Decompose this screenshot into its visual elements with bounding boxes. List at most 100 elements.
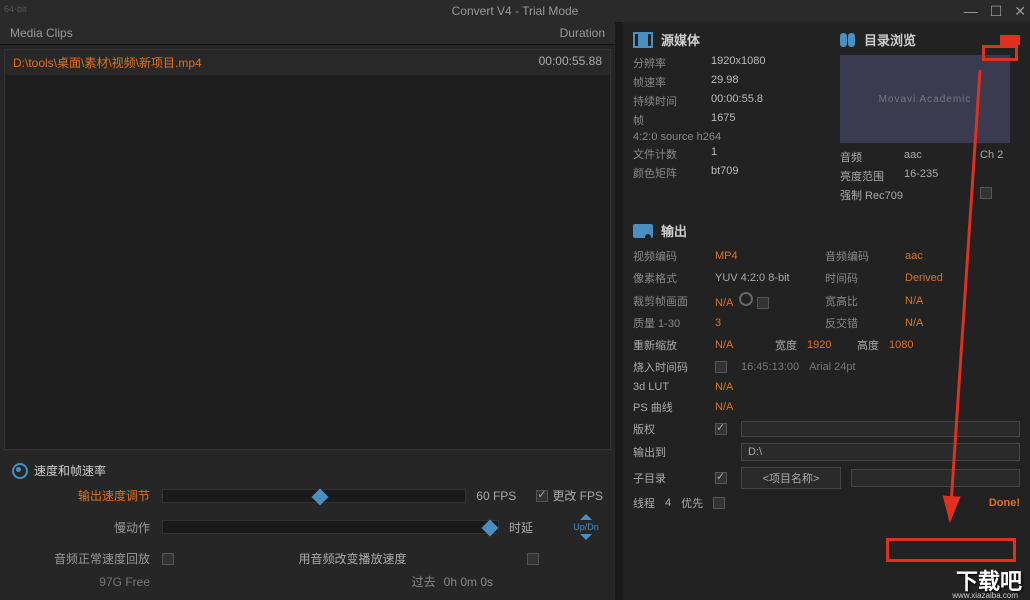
outdir-label: 输出到: [633, 444, 705, 460]
width-label: 宽度: [775, 337, 797, 353]
output-speed-label: 输出速度调节: [12, 487, 162, 504]
audio-value: aac: [904, 149, 976, 165]
change-fps-checkbox[interactable]: [536, 490, 548, 502]
past-label: 过去: [412, 573, 436, 590]
sampling-value: 4:2:0 source h264: [633, 131, 721, 143]
height-value[interactable]: 1080: [889, 339, 913, 351]
past-value: 0h 0m 0s: [444, 575, 493, 589]
copyright-label: 版权: [633, 421, 705, 437]
source-title: 源媒体: [661, 30, 700, 49]
divider[interactable]: [615, 22, 623, 600]
burnin-time[interactable]: 16:45:13:00: [741, 361, 799, 373]
clips-header-name: Media Clips: [10, 26, 515, 40]
minimize-button[interactable]: —: [964, 3, 978, 19]
close-button[interactable]: ✕: [1014, 3, 1026, 20]
playback-label: 音频正常速度回放: [12, 550, 162, 567]
source-icon: [633, 32, 653, 48]
output-title: 输出: [661, 221, 687, 240]
interlace-value[interactable]: N/A: [905, 317, 995, 329]
audio-label: 音频: [840, 149, 900, 165]
crop-checkbox[interactable]: [757, 297, 769, 309]
lut-label: 3d LUT: [633, 381, 705, 393]
titlebar: 64-bit Convert V4 - Trial Mode — ☐ ✕: [0, 0, 1030, 22]
rescale-value[interactable]: N/A: [715, 339, 765, 351]
storage-label: 97G Free: [12, 575, 162, 589]
window-title: Convert V4 - Trial Mode: [452, 4, 579, 18]
convert-button[interactable]: [851, 469, 1020, 487]
crop-radio[interactable]: [739, 292, 753, 306]
files-value: 1: [711, 146, 830, 162]
outdir-field[interactable]: D:\: [741, 443, 1020, 461]
speed-title: 速度和帧速率: [34, 462, 106, 479]
frames-value: 1675: [711, 112, 830, 128]
done-status: Done!: [989, 497, 1020, 509]
quality-value[interactable]: 3: [715, 317, 815, 329]
pixfmt-label: 像素格式: [633, 270, 705, 286]
burnin-label: 烧入时间码: [633, 359, 705, 375]
audio-speed-checkbox[interactable]: [527, 553, 539, 565]
left-panel: Media Clips Duration D:\tools\桌面\素材\视频\新…: [0, 22, 615, 600]
thumbnail[interactable]: Movavi Academic: [840, 55, 1010, 143]
tc-label: 时间码: [825, 270, 895, 286]
duration-label: 持续时间: [633, 93, 703, 109]
playback-checkbox[interactable]: [162, 553, 174, 565]
height-label: 高度: [857, 337, 879, 353]
aspect-value[interactable]: N/A: [905, 295, 995, 307]
browse-title: 目录浏览: [864, 30, 916, 49]
matrix-label: 颜色矩阵: [633, 165, 703, 181]
resolution-value: 1920x1080: [711, 55, 830, 71]
lut-value[interactable]: N/A: [715, 381, 733, 393]
maximize-button[interactable]: ☐: [990, 3, 1003, 20]
down-arrow[interactable]: [580, 534, 592, 540]
priority-label: 优先: [681, 495, 703, 511]
delay-label: 时延: [509, 519, 569, 536]
fps-value: 60 FPS: [476, 489, 516, 503]
subdir-field[interactable]: <项目名称>: [741, 467, 841, 489]
crop-value[interactable]: N/A: [715, 297, 733, 309]
curve-label: PS 曲线: [633, 399, 705, 415]
burnin-font[interactable]: Arial 24pt: [809, 361, 855, 373]
up-arrow[interactable]: [580, 514, 592, 520]
subdir-label: 子目录: [633, 470, 705, 486]
acodec-value[interactable]: aac: [905, 250, 995, 262]
acodec-label: 音频编码: [825, 248, 895, 264]
output-speed-slider[interactable]: [162, 489, 466, 503]
slomo-label: 慢动作: [12, 519, 162, 536]
updn-control: Up/Dn: [569, 510, 603, 544]
matrix-value: bt709: [711, 165, 830, 181]
clips-header: Media Clips Duration: [0, 22, 615, 45]
clip-row[interactable]: D:\tools\桌面\素材\视频\新项目.mp4 00:00:55.88: [5, 50, 610, 75]
burnin-checkbox[interactable]: [715, 361, 727, 373]
clip-duration: 00:00:55.88: [512, 54, 602, 71]
pixfmt-value: YUV 4:2:0 8-bit: [715, 272, 815, 284]
force-checkbox[interactable]: [980, 187, 992, 199]
copyright-field[interactable]: [741, 421, 1020, 437]
window-controls: — ☐ ✕: [964, 3, 1026, 20]
width-value[interactable]: 1920: [807, 339, 847, 351]
range-label: 亮度范围: [840, 168, 900, 184]
copyright-checkbox[interactable]: [715, 423, 727, 435]
interlace-label: 反交错: [825, 315, 895, 331]
slomo-slider[interactable]: [162, 520, 499, 534]
priority-checkbox[interactable]: [713, 497, 725, 509]
bit-badge: 64-bit: [4, 4, 27, 14]
curve-value[interactable]: N/A: [715, 401, 733, 413]
audio-speed-label: 用音频改变播放速度: [178, 550, 527, 567]
output-section: 输出 视频编码 MP4 音频编码 aac 像素格式 YUV 4:2:0 8-bi…: [633, 221, 1020, 511]
output-icon: [633, 224, 653, 238]
channels-value: Ch 2: [980, 149, 1020, 165]
threads-label: 线程: [633, 495, 655, 511]
range-value: 16-235: [904, 168, 1020, 184]
clips-header-duration: Duration: [515, 26, 605, 40]
tc-value[interactable]: Derived: [905, 272, 995, 284]
record-badge[interactable]: [1000, 35, 1020, 45]
vcodec-value[interactable]: MP4: [715, 250, 815, 262]
thumbnail-text: Movavi Academic: [879, 94, 972, 105]
duration-value: 00:00:55.8: [711, 93, 830, 109]
source-fps-value: 29.98: [711, 74, 830, 90]
clips-list[interactable]: D:\tools\桌面\素材\视频\新项目.mp4 00:00:55.88: [4, 49, 611, 450]
subdir-checkbox[interactable]: [715, 472, 727, 484]
binoculars-icon: [840, 33, 856, 47]
files-label: 文件计数: [633, 146, 703, 162]
resolution-label: 分辨率: [633, 55, 703, 71]
